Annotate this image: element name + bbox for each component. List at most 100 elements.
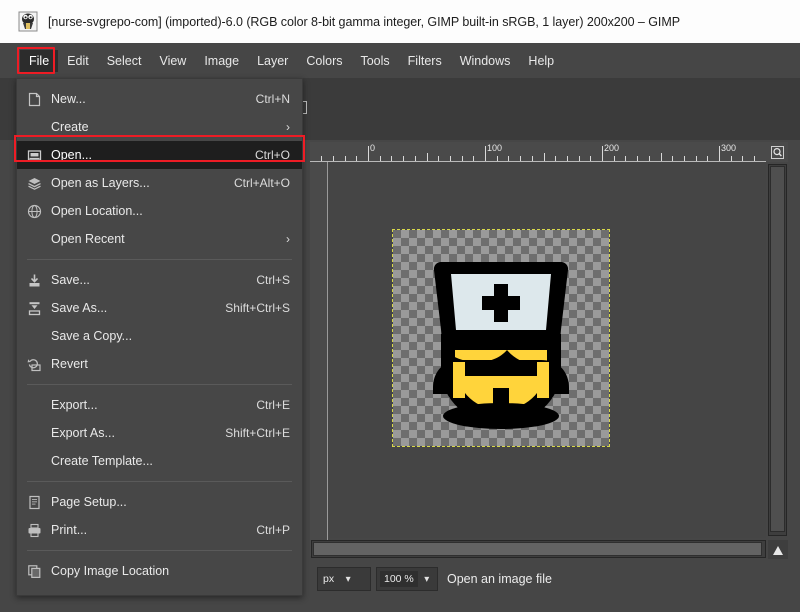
navigation-icon[interactable] xyxy=(768,540,788,559)
menu-separator xyxy=(27,481,292,482)
ruler-tick xyxy=(356,156,357,161)
horizontal-scrollbar[interactable] xyxy=(311,540,766,558)
chevron-down-icon[interactable]: ▾ xyxy=(339,574,357,585)
menu-view[interactable]: View xyxy=(150,50,195,72)
ruler-tick xyxy=(508,156,509,161)
file-menu-item-revert[interactable]: Revert xyxy=(17,350,302,378)
vertical-ruler[interactable] xyxy=(310,162,328,556)
file-menu-item-export[interactable]: Export...Ctrl+E xyxy=(17,391,302,419)
horizontal-scrollbar-thumb[interactable] xyxy=(313,542,762,556)
file-menu-item-open[interactable]: Open...Ctrl+O xyxy=(17,141,302,169)
menu-image[interactable]: Image xyxy=(195,50,248,72)
vertical-scrollbar[interactable] xyxy=(768,164,787,536)
unit-selector[interactable]: px ▾ xyxy=(317,567,371,591)
ruler-tick xyxy=(696,156,697,161)
file-menu-item-create[interactable]: Create› xyxy=(17,113,302,141)
horizontal-ruler[interactable]: 0100200300 xyxy=(310,142,766,162)
ruler-tick xyxy=(719,146,720,161)
file-menu-item-page-setup[interactable]: Page Setup... xyxy=(17,488,302,516)
ruler-tick xyxy=(520,156,521,161)
file-menu-item-open-as-layers[interactable]: Open as Layers...Ctrl+Alt+O xyxy=(17,169,302,197)
ruler-tick xyxy=(321,156,322,161)
menu-item-label: Revert xyxy=(51,357,290,371)
globe-icon xyxy=(17,204,51,219)
ruler-tick xyxy=(532,156,533,161)
ruler-tick xyxy=(380,156,381,161)
zoom-selector[interactable]: 100 % ▾ xyxy=(376,567,438,591)
file-menu-item-open-recent[interactable]: Open Recent › xyxy=(17,225,302,253)
menu-bar: File Edit Select View Image Layer Colors… xyxy=(0,43,800,78)
menu-item-shortcut: Shift+Ctrl+E xyxy=(225,426,290,440)
ruler-tick xyxy=(450,156,451,161)
image-canvas[interactable] xyxy=(393,230,609,446)
wilber-icon xyxy=(18,11,38,32)
menu-file[interactable]: File xyxy=(20,50,58,72)
ruler-tick xyxy=(497,156,498,161)
ruler-tick xyxy=(731,156,732,161)
zoom-image-icon[interactable] xyxy=(766,142,788,162)
ruler-label: 300 xyxy=(721,143,736,153)
menu-item-label: Open Recent xyxy=(51,232,272,246)
chevron-down-icon[interactable]: ▾ xyxy=(418,574,436,585)
ruler-tick xyxy=(742,156,743,161)
new-document-icon xyxy=(17,92,51,107)
menu-edit[interactable]: Edit xyxy=(58,50,98,72)
save-as-icon xyxy=(17,301,51,316)
menu-layer[interactable]: Layer xyxy=(248,50,297,72)
menu-item-label: Save a Copy... xyxy=(51,329,290,343)
ruler-tick xyxy=(555,156,556,161)
zoom-value: 100 % xyxy=(380,571,418,587)
revert-icon xyxy=(17,357,51,372)
ruler-tick xyxy=(672,156,673,161)
window-title: [nurse-svgrepo-com] (imported)-6.0 (RGB … xyxy=(48,15,680,29)
vertical-scrollbar-thumb[interactable] xyxy=(770,166,785,532)
status-bar: px ▾ 100 % ▾ Open an image file xyxy=(311,562,788,596)
menu-tools[interactable]: Tools xyxy=(351,50,398,72)
menu-separator xyxy=(27,259,292,260)
layers-icon xyxy=(17,176,51,191)
file-menu-item-copy-image-location[interactable]: Copy Image Location xyxy=(17,557,302,585)
ruler-tick xyxy=(625,156,626,161)
canvas-area[interactable] xyxy=(328,162,766,538)
ruler-tick xyxy=(403,156,404,161)
ruler-tick xyxy=(661,153,662,161)
file-menu-item-export-as[interactable]: Export As...Shift+Ctrl+E xyxy=(17,419,302,447)
ruler-tick xyxy=(567,156,568,161)
file-menu-item-save[interactable]: Save...Ctrl+S xyxy=(17,266,302,294)
save-icon xyxy=(17,273,51,288)
ruler-tick xyxy=(684,156,685,161)
ruler-tick xyxy=(590,156,591,161)
ruler-tick xyxy=(368,146,369,161)
page-setup-icon xyxy=(17,495,51,510)
printer-icon xyxy=(17,523,51,538)
file-menu-item-create-template[interactable]: Create Template... xyxy=(17,447,302,475)
ruler-label: 0 xyxy=(370,143,375,153)
file-menu-item-save-as[interactable]: Save As...Shift+Ctrl+S xyxy=(17,294,302,322)
chevron-right-icon: › xyxy=(286,120,290,134)
menu-colors[interactable]: Colors xyxy=(297,50,351,72)
menu-item-shortcut: Ctrl+N xyxy=(256,92,290,106)
ruler-tick xyxy=(427,153,428,161)
file-menu-item-new[interactable]: New...Ctrl+N xyxy=(17,85,302,113)
ruler-tick xyxy=(637,156,638,161)
file-menu-item-open-location[interactable]: Open Location... xyxy=(17,197,302,225)
menu-item-label: Create Template... xyxy=(51,454,290,468)
menu-item-label: Open Location... xyxy=(51,204,290,218)
ruler-tick xyxy=(707,156,708,161)
file-dropdown-menu: New...Ctrl+NCreate›Open...Ctrl+OOpen as … xyxy=(16,78,303,596)
menu-item-label: Page Setup... xyxy=(51,495,290,509)
ruler-label: 200 xyxy=(604,143,619,153)
file-menu-item-print[interactable]: Print...Ctrl+P xyxy=(17,516,302,544)
copy-icon xyxy=(17,564,51,579)
chevron-right-icon: › xyxy=(286,232,290,246)
menu-filters[interactable]: Filters xyxy=(399,50,451,72)
menu-windows[interactable]: Windows xyxy=(451,50,520,72)
menu-item-shortcut: Ctrl+P xyxy=(256,523,290,537)
menu-item-shortcut: Shift+Ctrl+S xyxy=(225,301,290,315)
gimp-window: [nurse-svgrepo-com] (imported)-6.0 (RGB … xyxy=(0,0,800,612)
menu-help[interactable]: Help xyxy=(519,50,563,72)
menu-select[interactable]: Select xyxy=(98,50,151,72)
ruler-tick xyxy=(544,153,545,161)
menu-item-label: Export... xyxy=(51,398,242,412)
file-menu-item-save-a-copy[interactable]: Save a Copy... xyxy=(17,322,302,350)
